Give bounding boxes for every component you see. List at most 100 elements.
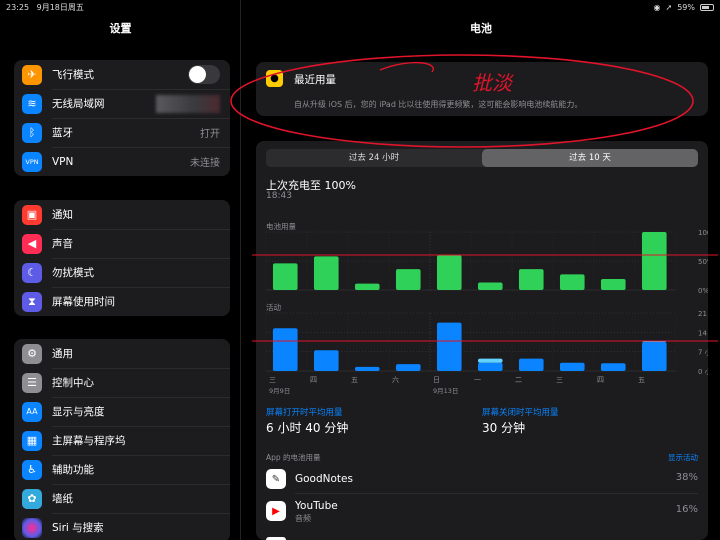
sidebar-item-wallpaper[interactable]: ✿ 墙纸 [14,484,230,513]
data-bar [436,322,462,371]
data-bar [477,362,503,371]
data-bar [272,263,298,290]
bluetooth-value: 打开 [200,129,220,140]
airplane-icon: ✈ [22,64,42,85]
sidebar-item-screen-time[interactable]: ⧗ 屏幕使用时间 [14,287,230,316]
sidebar-item-notifications[interactable]: ▣ 通知 [14,200,230,229]
y-tick-label: 0% [698,287,708,295]
screen-off-value: 30 分钟 [482,421,526,435]
recent-usage-desc: 自从升级 iOS 后，您的 iPad 比以往使用得更频繁，这可能会影响电池续航能… [294,100,583,109]
usage-charts: 100% 50% 0% 21 小时 14 小时 7 小时 0 小时三 四 五 六 日 一 二 三 四 五 9月9… [265,229,708,395]
page-title: 电池 [470,22,492,35]
sidebar-item-label: 屏幕使用时间 [52,296,115,308]
moon-icon: ☾ [22,262,42,283]
sidebar-item-display[interactable]: AA 显示与亮度 [14,397,230,426]
data-bar [600,363,626,371]
sidebar-item-label: 通知 [52,209,73,221]
charging-icon: ➚ [665,2,673,12]
sidebar-item-siri[interactable]: Siri 与搜索 [14,513,230,540]
data-bar [559,274,585,290]
app-row-goodnotes[interactable]: ✎ GoodNotes 38% [266,464,698,494]
data-bar [559,362,585,371]
settings-sidebar: 设置 ✈ 飞行模式 ≋ 无线局域网 ᛒ 蓝牙 打开 VPN VPN 未连接 ▣ … [0,0,241,540]
status-date: 9月18日周五 [36,3,84,12]
data-bar-secondary [641,340,667,342]
sidebar-item-dnd[interactable]: ☾ 勿扰模式 [14,258,230,287]
sidebar-item-label: 无线局域网 [52,98,105,110]
sidebar-item-label: 通用 [52,348,73,360]
sidebar-item-accessibility[interactable]: ♿ 辅助功能 [14,455,230,484]
vpn-value: 未连接 [190,158,220,169]
sidebar-title: 设置 [109,22,132,35]
data-bar [518,358,544,371]
app-name: GoodNotes [295,473,353,485]
x-tick-label: 三 [556,376,563,384]
data-bar [436,255,462,290]
y-tick-label: 50% [698,258,708,266]
switches-icon: ☰ [22,372,42,393]
settings-group-connectivity: ✈ 飞行模式 ≋ 无线局域网 ᛒ 蓝牙 打开 VPN VPN 未连接 [14,60,230,176]
battery-pane: 电池 ● 最近用量 自从升级 iOS 后，您的 iPad 比以往使用得更频繁，这… [242,0,720,540]
wifi-icon: ≋ [22,93,42,114]
data-bar [518,269,544,290]
app-row-youtube[interactable]: ▶ YouTube 音频 16% [266,496,698,526]
data-bar [641,232,667,290]
battery-icon [700,3,714,11]
x-tick-label: 二 [515,376,522,384]
lightbulb-icon: ● [266,70,283,87]
youtube-icon: ▶ [266,501,286,521]
ipad-screen: 23:25 9月18日周五 ◉ ➚ 59% 设置 ✈ 飞行模式 ≋ 无线局域网 … [0,0,720,540]
sidebar-item-wifi[interactable]: ≋ 无线局域网 [14,89,230,118]
sidebar-item-label: 声音 [52,238,73,250]
vpn-icon: VPN [22,151,42,172]
airplane-mode-toggle[interactable] [188,65,220,84]
sidebar-item-label: Siri 与搜索 [52,522,104,534]
data-bar [313,256,339,290]
settings-group-notifications: ▣ 通知 ◀ 声音 ☾ 勿扰模式 ⧗ 屏幕使用时间 [14,200,230,316]
y-tick-label: 14 小时 [698,328,708,337]
y-tick-label: 7 小时 [698,348,708,357]
battery-percent: 59% [677,2,695,12]
data-bar [600,278,626,290]
sidebar-item-label: 勿扰模式 [52,267,94,279]
sidebar-item-vpn[interactable]: VPN VPN 未连接 [14,147,230,176]
x-tick-label: 一 [474,376,481,384]
data-bar [313,350,339,371]
text-size-icon: AA [22,401,42,422]
sidebar-item-bluetooth[interactable]: ᛒ 蓝牙 打开 [14,118,230,147]
screen-on-label: 屏幕打开时平均用量 [266,408,343,418]
sidebar-item-label: 显示与亮度 [52,406,105,418]
sidebar-item-label: 飞行模式 [52,69,94,81]
show-activity-link[interactable]: 显示活动 [668,452,698,463]
app-name: YouTube [295,500,338,512]
data-bar [354,283,380,290]
hourglass-icon: ⧗ [22,291,42,312]
data-bar [477,282,503,290]
sidebar-item-control-center[interactable]: ☰ 控制中心 [14,368,230,397]
x-tick-label: 五 [351,376,358,384]
sidebar-item-label: 墙纸 [52,493,73,505]
status-bar: 23:25 9月18日周五 ◉ ➚ 59% [0,0,720,14]
y-tick-label: 100% [698,229,708,237]
app-percent: 38% [675,472,698,483]
data-bar [641,342,667,371]
screen-off-label: 屏幕关闭时平均用量 [482,408,559,418]
grid-icon: ▦ [22,430,42,451]
app-percent: 16% [675,504,698,515]
sidebar-item-general[interactable]: ⚙ 通用 [14,339,230,368]
wifi-network-redacted [156,94,220,113]
x-tick-label: 三 [269,376,276,384]
y-tick-label: 21 小时 [698,309,708,318]
sidebar-item-airplane[interactable]: ✈ 飞行模式 [14,60,230,89]
sidebar-item-sounds[interactable]: ◀ 声音 [14,229,230,258]
x-tick-label: 日 [433,376,440,384]
sidebar-item-label: 辅助功能 [52,464,94,476]
x-tick-label: 四 [597,376,604,384]
app-subtitle: 音频 [295,514,311,523]
sidebar-item-home-screen[interactable]: ▦ 主屏幕与程序坞 [14,426,230,455]
gear-icon: ⚙ [22,343,42,364]
recent-usage-card[interactable]: ● 最近用量 自从升级 iOS 后，您的 iPad 比以往使用得更频繁，这可能会… [256,62,708,116]
goodnotes-icon: ✎ [266,469,286,489]
settings-group-general: ⚙ 通用 ☰ 控制中心 AA 显示与亮度 ▦ 主屏幕与程序坞 ♿ 辅助功能 ✿ … [14,339,230,540]
x-tick-label: 四 [310,376,317,384]
